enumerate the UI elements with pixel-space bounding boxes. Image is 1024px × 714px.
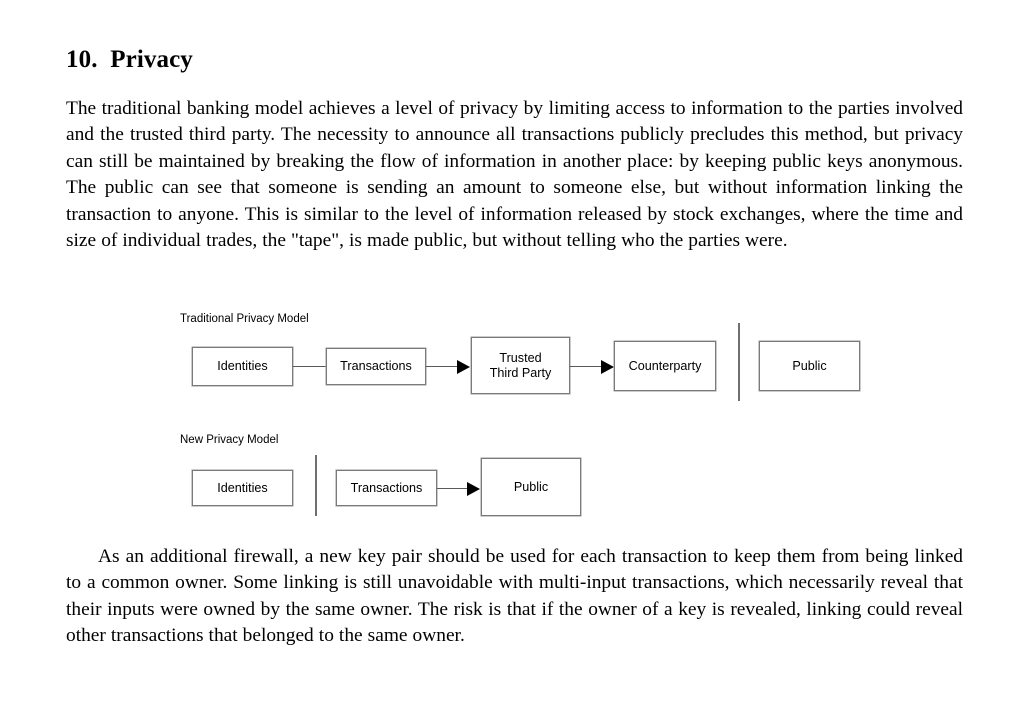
document-page: 10. Privacy The traditional banking mode… [0, 0, 1024, 714]
diagram-2-connector-transactions-public [437, 488, 469, 489]
diagram-1-node-public: Public [759, 341, 860, 391]
diagram-1-privacy-boundary-divider [738, 323, 740, 401]
diagram-2-node-public: Public [481, 458, 581, 516]
diagram-1-connector-transactions-ttp [426, 366, 459, 367]
diagram-2-privacy-boundary-divider [315, 455, 317, 516]
arrow-icon [457, 360, 470, 374]
arrow-icon [467, 482, 480, 496]
diagram-1-node-ttp-label-line-1: Trusted [499, 350, 542, 365]
diagram-1-connector-identities-transactions [293, 366, 326, 367]
diagram-1-node-identities: Identities [192, 347, 293, 386]
diagram-1-node-public-label: Public [792, 358, 827, 373]
diagram-2-node-identities-label: Identities [217, 480, 268, 495]
diagram-1-node-counterparty-label: Counterparty [628, 358, 702, 373]
paragraph-intro: The traditional banking model achieves a… [66, 98, 963, 252]
diagram-1-node-transactions: Transactions [326, 348, 426, 385]
page-title: 10. Privacy [66, 46, 193, 73]
diagram-1-connector-ttp-counterparty [570, 366, 603, 367]
diagram-2-node-transactions-label: Transactions [350, 480, 423, 495]
diagram-1-caption: Traditional Privacy Model [180, 313, 309, 325]
diagram-1-node-identities-label: Identities [217, 359, 268, 373]
paragraph-firewall: As an additional firewall, a new key pai… [66, 546, 963, 647]
diagram-1-node-trusted-third-party: Trusted Third Party [471, 337, 570, 394]
diagram-2-caption: New Privacy Model [180, 434, 279, 446]
diagram-1-node-counterparty: Counterparty [614, 341, 716, 391]
diagram-1-node-transactions-label: Transactions [340, 359, 412, 373]
diagram-1-node-ttp-label-line-2: Third Party [489, 365, 552, 380]
diagram-2-node-public-label: Public [513, 479, 549, 494]
diagram-2-node-identities: Identities [192, 470, 293, 506]
arrow-icon [601, 360, 614, 374]
diagram-2-node-transactions: Transactions [336, 470, 437, 506]
